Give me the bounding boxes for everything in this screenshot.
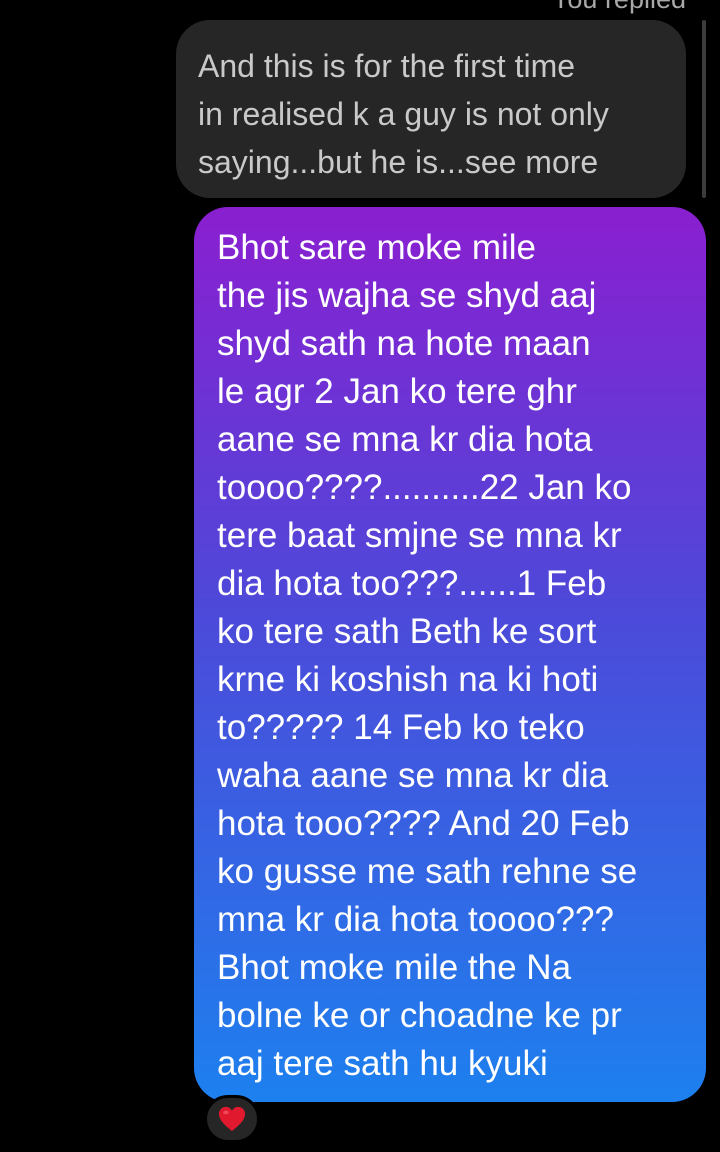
message-line: dia hota too???......1 Feb xyxy=(217,564,607,603)
message-line: waha aane se mna kr dia xyxy=(217,756,609,795)
message-line: the jis wajha se shyd aaj xyxy=(217,276,597,315)
reply-quote-bar xyxy=(702,20,706,198)
message-line: Bhot moke mile the Na xyxy=(217,948,572,987)
replied-label: You replied xyxy=(552,0,686,14)
chat-screen: You replied And this is for the first ti… xyxy=(0,0,720,1152)
message-line: hota tooo???? And 20 Feb xyxy=(217,804,630,843)
message-line: Bhot sare moke mile xyxy=(217,228,537,267)
message-line: bolne ke or choadne ke pr xyxy=(217,996,622,1035)
message-line: le agr 2 Jan ko tere ghr xyxy=(217,372,577,411)
message-line: mna kr dia hota toooo??? xyxy=(217,900,614,939)
message-line: ko gusse me sath rehne se xyxy=(217,852,638,891)
quoted-message-line: saying...but he is...see more xyxy=(198,144,599,180)
quoted-message-line: in realised k a guy is not only xyxy=(198,96,609,132)
message-line: aaj tere sath hu kyuki xyxy=(217,1044,548,1083)
quoted-message-bubble[interactable]: And this is for the first time in realis… xyxy=(176,20,686,198)
message-line: shyd sath na hote maan xyxy=(217,324,591,363)
sent-message-bubble[interactable]: Bhot sare moke mile the jis wajha se shy… xyxy=(194,207,706,1102)
message-line: toooo????..........22 Jan ko xyxy=(217,468,632,507)
reaction-pill[interactable] xyxy=(204,1095,260,1143)
quoted-message-line: And this is for the first time xyxy=(198,48,576,84)
message-line: krne ki koshish na ki hoti xyxy=(217,660,599,699)
message-line: ko tere sath Beth ke sort xyxy=(217,612,597,651)
message-line: to????? 14 Feb ko teko xyxy=(217,708,585,747)
message-line: aane se mna kr dia hota xyxy=(217,420,593,459)
message-line: tere baat smjne se mna kr xyxy=(217,516,622,555)
heart-icon xyxy=(218,1106,246,1132)
